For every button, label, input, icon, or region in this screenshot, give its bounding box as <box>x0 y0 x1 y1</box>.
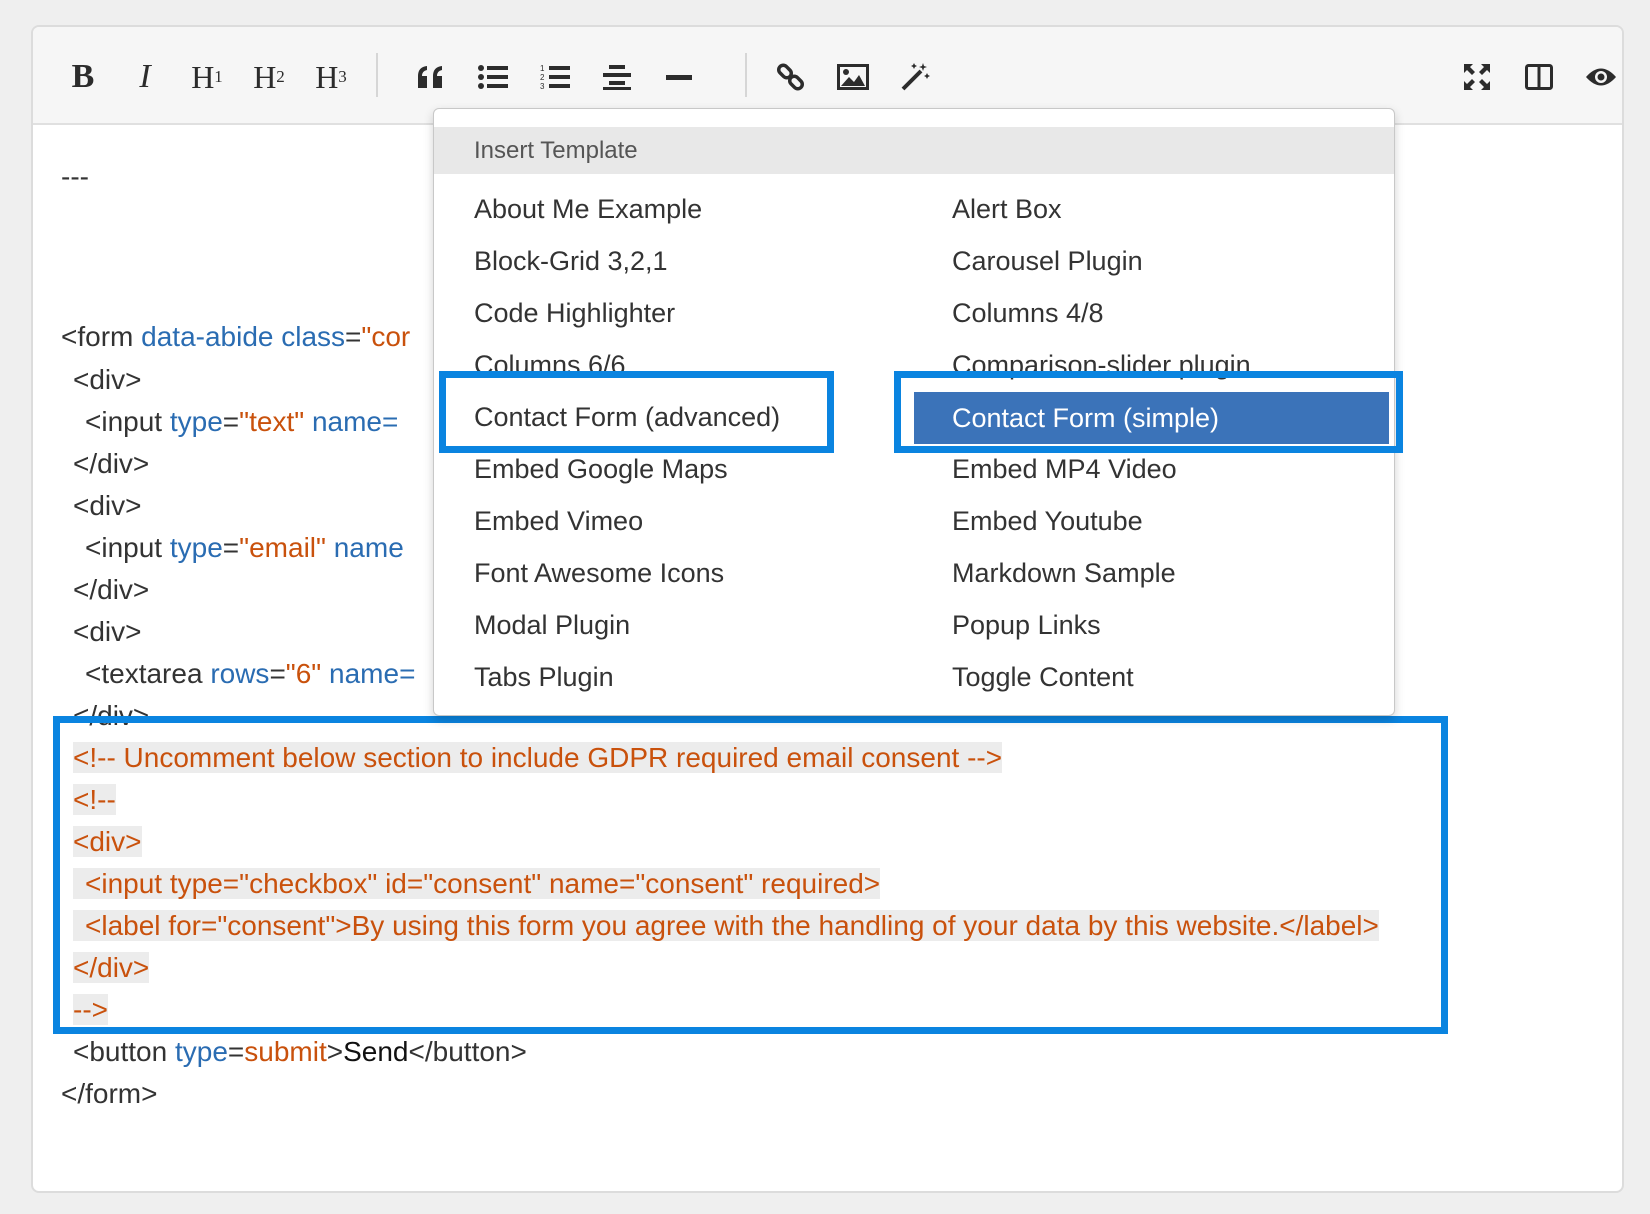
code-token: "6" <box>285 658 322 689</box>
code-token: "cor <box>361 321 411 352</box>
code-line-div-close: </div> <box>73 574 150 605</box>
comment-text: <label for="consent">By using this form … <box>73 910 1379 941</box>
template-item[interactable]: Markdown Sample <box>912 548 1392 598</box>
code-token: type <box>174 1036 228 1067</box>
code-line-comment: <!-- Uncomment below section to include … <box>73 738 1003 778</box>
code-token: type <box>169 532 223 563</box>
template-item[interactable]: Embed Google Maps <box>454 444 894 494</box>
code-token: = <box>269 658 286 689</box>
code-token: <form <box>61 321 142 352</box>
code-line-input-email: <input type="email" name <box>85 528 404 568</box>
code-line-comment: <!-- <box>73 780 116 820</box>
comment-text: --> <box>73 994 108 1025</box>
code-token: class <box>281 321 346 352</box>
code-token: <input <box>85 406 170 437</box>
code-token: <textarea <box>85 658 211 689</box>
template-item[interactable]: Columns 4/8 <box>912 288 1392 338</box>
code-token: "text" <box>239 406 305 437</box>
code-token: submit <box>244 1036 327 1067</box>
code-line-div-close: </div> <box>73 448 150 479</box>
template-item[interactable]: Popup Links <box>912 600 1392 650</box>
code-token: = <box>227 1036 245 1067</box>
template-item[interactable]: Embed Vimeo <box>454 496 894 546</box>
template-item[interactable]: Embed Youtube <box>912 496 1392 546</box>
code-line-comment: </div> <box>73 948 150 988</box>
template-item[interactable]: Comparison-slider plugin <box>912 340 1392 390</box>
template-item-contact-form-simple[interactable]: Contact Form (simple) <box>914 392 1389 444</box>
code-token: Send <box>343 1036 409 1067</box>
code-line-div-open: <div> <box>73 364 142 395</box>
code-line-comment: <div> <box>73 822 142 862</box>
code-token: "email" <box>239 532 326 563</box>
comment-text: <!-- <box>73 784 116 815</box>
code-line-input-text: <input type="text" name= <box>85 402 398 442</box>
template-item[interactable]: Toggle Content <box>912 652 1392 702</box>
code-token: name= <box>304 406 399 437</box>
code-line-comment: <input type="checkbox" id="consent" name… <box>73 864 881 904</box>
code-line-div-open: <div> <box>73 490 142 521</box>
code-line-button: <button type=submit>Send</button> <box>73 1032 527 1072</box>
code-token: <button <box>73 1036 175 1067</box>
comment-text: </div> <box>73 952 150 983</box>
code-token: = <box>222 406 240 437</box>
code-line-textarea: <textarea rows="6" name= <box>85 654 415 694</box>
template-item[interactable]: About Me Example <box>454 184 894 234</box>
template-item[interactable]: Carousel Plugin <box>912 236 1392 286</box>
code-line-div-close: </div> <box>73 700 150 731</box>
dropdown-header: Insert Template <box>434 127 1394 174</box>
template-item[interactable]: Tabs Plugin <box>454 652 894 702</box>
code-line-div-open: <div> <box>73 616 142 647</box>
code-token: </button> <box>408 1036 527 1067</box>
code-line-comment: <label for="consent">By using this form … <box>73 906 1379 946</box>
code-token: = <box>222 532 240 563</box>
code-token: > <box>326 1036 344 1067</box>
template-item[interactable]: Columns 6/6 <box>454 340 894 390</box>
comment-text: <input type="checkbox" id="consent" name… <box>73 868 881 899</box>
template-item[interactable]: Block-Grid 3,2,1 <box>454 236 894 286</box>
code-token: rows <box>210 658 270 689</box>
code-token: = <box>345 321 362 352</box>
template-item[interactable]: Embed MP4 Video <box>912 444 1392 494</box>
comment-text: <!-- Uncomment below section to include … <box>73 742 1003 773</box>
insert-template-dropdown: Insert Template About Me Example Block-G… <box>433 108 1395 716</box>
code-line-form-close: </form> <box>61 1078 158 1109</box>
code-token: name= <box>321 658 416 689</box>
comment-text: <div> <box>73 826 142 857</box>
front-matter-line: --- <box>61 161 89 192</box>
code-line-comment: --> <box>73 990 108 1030</box>
code-token: data-abide <box>141 321 282 352</box>
template-item[interactable]: Alert Box <box>912 184 1392 234</box>
template-item[interactable]: Code Highlighter <box>454 288 894 338</box>
code-line-form-open: <form data-abide class="cor <box>61 317 410 357</box>
code-token: <input <box>85 532 170 563</box>
template-item[interactable]: Modal Plugin <box>454 600 894 650</box>
template-item-contact-form-advanced[interactable]: Contact Form (advanced) <box>454 392 894 442</box>
template-item[interactable]: Font Awesome Icons <box>454 548 894 598</box>
code-token: name <box>325 532 404 563</box>
code-token: type <box>169 406 223 437</box>
